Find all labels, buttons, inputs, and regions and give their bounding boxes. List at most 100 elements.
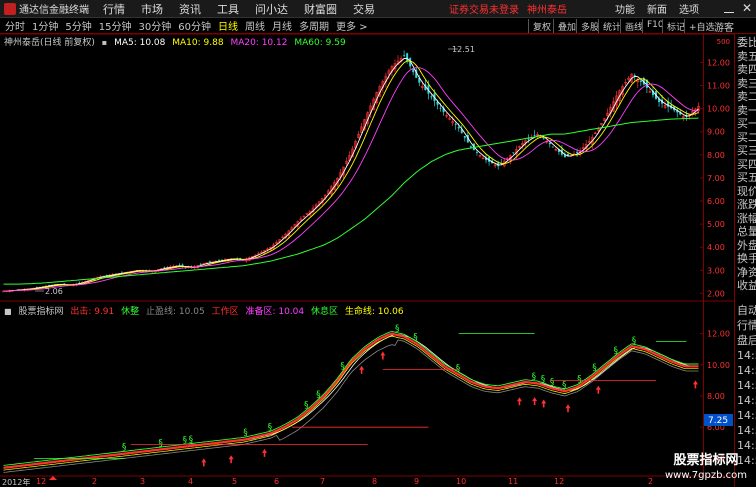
ma20-line: [3, 67, 699, 292]
candle-body: [439, 107, 442, 109]
price-tick-label: 3.00: [707, 266, 725, 275]
date-label: 4: [188, 477, 194, 486]
candle-body: [527, 138, 530, 140]
date-label: 10: [456, 477, 467, 486]
trade-time: 14:50: [737, 439, 756, 452]
chart-area[interactable]: 12.00 11.00 10.00 9.00 8.00 7.00 6.00 5.00 4.00 3…: [0, 0, 734, 487]
attack-signal-icon: [380, 351, 386, 360]
date-label: 2012年: [2, 478, 31, 487]
price-tick-label: 5.00: [707, 220, 725, 229]
attack-signal-icon: [532, 397, 538, 406]
watermark: 股票指标网 www.7gpzb.com: [658, 452, 754, 486]
candlesticks: [2, 50, 700, 293]
attack-signal-icon: [359, 365, 365, 374]
indicator-tick-label: 8.00: [707, 392, 725, 401]
quote-field-label: 买五: [737, 171, 756, 184]
attack-signal-icon: [595, 385, 601, 394]
price-tick-label: 8.00: [707, 151, 725, 160]
rest-signal-icon: §: [304, 401, 309, 411]
quote-field-label: 换手: [737, 252, 756, 265]
price-tick-label: 11.00: [707, 82, 730, 91]
quote-field-label: 卖一: [737, 103, 756, 117]
trade-time: 14:50: [737, 349, 756, 362]
indicator-lines: [3, 331, 699, 473]
panel-mode-label[interactable]: 自动: [737, 304, 756, 317]
indicator-axis: 12.0010.008.006.004.00: [700, 330, 730, 463]
quote-side-panel: 委比 卖五 卖四 卖三 卖二 卖一 买一 买二 买三 买四 买五 现价 涨跌 涨幅 总量 外盘 换手 净资 收益 自…: [734, 34, 756, 487]
rest-signal-icon: §: [122, 443, 127, 453]
panel-mode-label[interactable]: 行情: [737, 319, 756, 332]
quote-field-label: 买二: [737, 130, 756, 144]
high-price-label: 12.51: [452, 45, 475, 54]
quote-field-label: 卖三: [737, 76, 756, 90]
rest-signal-icon: §: [577, 374, 582, 384]
close-icon[interactable]: ✕: [742, 1, 752, 15]
attack-signal-icon: [565, 404, 571, 413]
quote-field-label: 涨幅: [737, 211, 756, 225]
indicator-current-value: 7.25: [708, 416, 728, 426]
axis-top-label: 500: [717, 38, 730, 46]
quote-field-label: 收益: [737, 279, 756, 292]
ma10-line: [3, 60, 699, 292]
quote-field-label: 卖二: [737, 90, 756, 103]
price-tick-label: 12.00: [707, 58, 730, 67]
lifeline: [3, 331, 699, 466]
candle-body: [512, 152, 515, 154]
indicator-white-line: [3, 334, 699, 469]
price-tick-label: 10.00: [707, 105, 730, 114]
rest-signal-icon: §: [541, 374, 546, 384]
watermark-title: 股票指标网: [673, 453, 739, 468]
trade-time: 14:50: [737, 394, 756, 407]
candle-body: [406, 53, 409, 61]
rest-signal-icon: §: [158, 438, 163, 448]
trade-time: 14:50: [737, 379, 756, 392]
candle-body: [542, 138, 545, 140]
candle-body: [533, 135, 536, 136]
rest-signal-icon: §: [243, 428, 248, 438]
date-label: 7: [320, 477, 326, 486]
date-label: 3: [140, 477, 146, 486]
rest-signal-icon: §: [532, 372, 537, 382]
date-label: 12: [36, 477, 47, 486]
trade-time: 14:50: [737, 424, 756, 437]
date-label: 2: [92, 477, 98, 486]
low-price-label: 2.06: [45, 287, 63, 296]
trade-time: 14:50: [737, 364, 756, 377]
candle-body: [576, 151, 579, 153]
date-label: 8: [372, 477, 378, 486]
quote-field-label: 卖四: [737, 63, 756, 76]
price-tick-label: 4.00: [707, 243, 725, 252]
date-label: 11: [508, 477, 519, 486]
work-zone-line: [3, 332, 699, 469]
quote-field-label: 净资: [737, 265, 756, 279]
prep-zone-line: [3, 335, 699, 471]
rest-signal-icon: §: [456, 364, 461, 374]
quote-field-label: 买四: [737, 157, 756, 171]
panel-mode-label[interactable]: 盘后: [737, 334, 756, 347]
price-axis: 12.00 11.00 10.00 9.00 8.00 7.00 6.00 5.00 4.00 3…: [700, 58, 730, 298]
quote-field-label: 总量: [737, 225, 756, 238]
candle-body: [457, 127, 460, 129]
date-label: 6: [274, 477, 280, 486]
attack-signal-icon: [692, 380, 698, 389]
attack-signal-icon: [541, 399, 547, 408]
price-tick-label: 9.00: [707, 128, 725, 137]
candle-body: [463, 136, 466, 138]
rest-signal-icon: §: [550, 378, 555, 388]
indicator-tick-label: 10.00: [707, 361, 730, 370]
candle-body: [469, 146, 472, 148]
candle-body: [475, 152, 478, 154]
candle-body: [548, 142, 551, 145]
candle-body: [412, 68, 415, 73]
quote-field-label: 买一: [737, 117, 756, 130]
rest-signal-icon: §: [632, 336, 637, 346]
quote-field-label: 外盘: [737, 238, 756, 252]
price-tick-label: 6.00: [707, 197, 725, 206]
rest-signal-icon: §: [189, 435, 194, 445]
date-axis: 2012年 12 2 3 4 5 6 7 8 9 10 11 12 2: [0, 477, 734, 487]
quote-field-label: 买三: [737, 144, 756, 157]
quote-field-label: 现价: [737, 184, 756, 198]
candle-body: [430, 96, 433, 98]
trade-time: 14:50: [737, 409, 756, 422]
ma5-line: [3, 57, 699, 292]
